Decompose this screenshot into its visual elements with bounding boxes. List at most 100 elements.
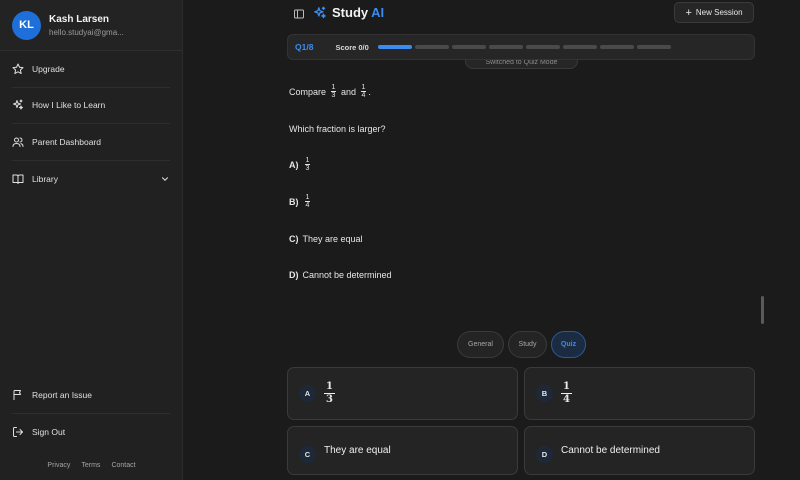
fraction-denominator: 3: [305, 165, 310, 172]
fraction-numerator: 1: [304, 194, 311, 202]
mode-quiz-button[interactable]: Quiz: [551, 331, 586, 358]
answer-letter: A: [299, 385, 316, 402]
flag-icon: [12, 389, 24, 401]
sidebar-item-label: Sign Out: [32, 426, 66, 437]
option-text: Cannot be determined: [302, 270, 392, 280]
answer-text: Cannot be determined: [561, 445, 660, 456]
option-b: B) 14: [289, 194, 312, 209]
sparkles-icon: [12, 99, 24, 111]
sidebar-bottom: Report an Issue Sign Out: [12, 377, 170, 450]
fraction-denominator: 3: [331, 92, 336, 99]
book-icon: [12, 173, 24, 185]
app-root: KL Kash Larsen hello.studyai@gma... Upgr…: [0, 0, 800, 480]
brand-logo: Study AI: [313, 5, 384, 20]
mode-selector: General Study Quiz: [457, 331, 586, 358]
sidebar-toggle-icon[interactable]: [293, 7, 305, 19]
fraction-denominator: 4: [563, 394, 570, 405]
users-icon: [12, 136, 24, 148]
fraction-denominator: 3: [326, 394, 333, 405]
sign-out-icon: [12, 426, 24, 438]
option-c: C) They are equal: [289, 234, 363, 244]
sidebar-item-label: Parent Dashboard: [32, 136, 101, 147]
answer-text: They are equal: [324, 445, 391, 456]
sidebar-item-label: Upgrade: [32, 63, 65, 74]
fraction: 14: [304, 194, 311, 209]
new-session-label: New Session: [695, 8, 743, 17]
answer-fraction: 13: [324, 382, 335, 405]
sparkle-logo-icon: [313, 6, 327, 20]
progress-segment: [377, 45, 412, 49]
star-icon: [12, 63, 24, 75]
contact-link[interactable]: Contact: [111, 462, 135, 469]
new-session-button[interactable]: + New Session: [674, 2, 754, 23]
progress-segment: [451, 45, 486, 49]
brand-study: Study: [332, 5, 369, 20]
option-d: D) Cannot be determined: [289, 270, 392, 280]
top-bar: Study AI + New Session: [183, 0, 800, 27]
sign-out-button[interactable]: Sign Out: [12, 414, 170, 451]
report-issue-button[interactable]: Report an Issue: [12, 377, 170, 414]
progress-segment: [414, 45, 449, 49]
prompt-end: .: [368, 86, 371, 97]
answer-letter: D: [536, 446, 553, 463]
profile-text: Kash Larsen hello.studyai@gma...: [49, 14, 124, 37]
terms-link[interactable]: Terms: [81, 462, 100, 469]
quiz-progress: [377, 45, 671, 49]
fraction-denominator: 4: [361, 92, 366, 99]
fraction-numerator: 1: [561, 381, 572, 394]
plus-icon: +: [685, 6, 692, 19]
fraction-denominator: 4: [305, 202, 310, 209]
scrollbar-thumb[interactable]: [761, 296, 764, 324]
question-prompt: Compare 13 and 14 .: [289, 84, 371, 99]
sidebar-item-library[interactable]: Library: [12, 161, 170, 198]
sidebar-item-label: How I Like to Learn: [32, 100, 106, 111]
sidebar-item-how-i-like-to-learn[interactable]: How I Like to Learn: [12, 88, 170, 124]
question-counter: Q1/8: [295, 42, 314, 52]
quiz-score-bar: Q1/8 Score 0/0: [287, 34, 755, 60]
footer-links: Privacy Terms Contact: [0, 462, 183, 469]
fraction-numerator: 1: [330, 84, 337, 92]
fraction: 13: [330, 84, 337, 99]
progress-segment: [562, 45, 597, 49]
user-profile[interactable]: KL Kash Larsen hello.studyai@gma...: [0, 0, 182, 51]
option-letter: A): [289, 159, 299, 170]
progress-segment: [599, 45, 634, 49]
privacy-link[interactable]: Privacy: [47, 462, 70, 469]
answer-letter: B: [536, 385, 553, 402]
fraction-numerator: 1: [304, 157, 311, 165]
answer-button-a[interactable]: A 13: [287, 367, 518, 420]
option-letter: C): [289, 234, 299, 244]
answer-button-b[interactable]: B 14: [524, 367, 755, 420]
fraction-numerator: 1: [360, 84, 367, 92]
answer-letter: C: [299, 446, 316, 463]
score-label: Score 0/0: [335, 42, 369, 52]
sidebar: KL Kash Larsen hello.studyai@gma... Upgr…: [0, 0, 183, 480]
prompt-and: and: [340, 86, 356, 97]
answer-fraction: 14: [561, 382, 572, 405]
main-area: Study AI + New Session Switched to Quiz …: [183, 0, 800, 480]
user-email: hello.studyai@gma...: [49, 27, 124, 37]
user-name: Kash Larsen: [49, 13, 110, 25]
question-text: Which fraction is larger?: [289, 124, 386, 134]
option-a: A) 13: [289, 157, 312, 172]
sidebar-nav: Upgrade How I Like to Learn Parent Dashb…: [0, 51, 182, 197]
option-letter: B): [289, 196, 299, 207]
sidebar-item-label: Report an Issue: [32, 389, 93, 400]
avatar[interactable]: KL: [12, 10, 41, 40]
brand-ai: AI: [371, 5, 385, 20]
mode-general-button[interactable]: General: [457, 331, 504, 358]
prompt-prefix: Compare: [289, 86, 327, 97]
progress-segment: [525, 45, 560, 49]
mode-study-button[interactable]: Study: [508, 331, 547, 358]
answer-button-d[interactable]: D Cannot be determined: [524, 426, 755, 475]
fraction-numerator: 1: [324, 381, 335, 394]
sidebar-item-upgrade[interactable]: Upgrade: [12, 51, 170, 88]
fraction: 14: [360, 84, 367, 99]
progress-segment: [488, 45, 523, 49]
sidebar-item-label: Library: [32, 173, 58, 184]
chevron-down-icon[interactable]: [160, 174, 170, 184]
option-text: They are equal: [302, 234, 363, 244]
sidebar-item-parent-dashboard[interactable]: Parent Dashboard: [12, 124, 170, 161]
answer-button-c[interactable]: C They are equal: [287, 426, 518, 475]
progress-segment: [636, 45, 671, 49]
